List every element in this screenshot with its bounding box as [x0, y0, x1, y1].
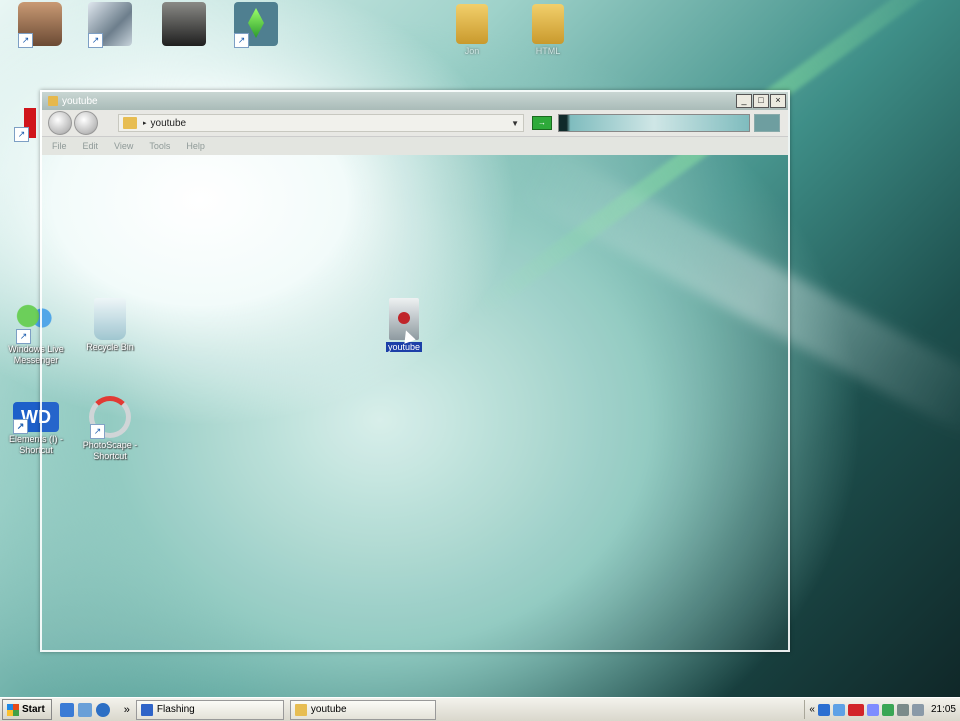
explorer-window[interactable]: youtube _ □ × ▸ youtube ▼ → File Edit Vi…	[40, 90, 790, 652]
desktop-folder-youtube[interactable]: youtube	[380, 298, 428, 353]
tray-red-icon[interactable]	[847, 703, 864, 716]
show-desktop-icon[interactable]	[59, 702, 74, 717]
clock: 21:05	[930, 704, 956, 715]
sims-plumbob-icon: ↗	[234, 2, 278, 48]
maximize-button[interactable]: □	[753, 94, 769, 108]
tray-volume-icon[interactable]	[896, 703, 909, 716]
menu-file[interactable]: File	[52, 141, 67, 151]
desktop-icon-sims[interactable]: ↗	[220, 2, 292, 48]
tray-app-icon[interactable]	[832, 703, 845, 716]
desktop-folder-jon[interactable]: Jon	[436, 4, 508, 57]
windows-logo-icon	[7, 703, 19, 716]
chevron-down-icon[interactable]: ▼	[511, 119, 519, 128]
menu-help[interactable]: Help	[186, 141, 205, 151]
address-bar[interactable]: ▸ youtube ▼	[118, 114, 524, 132]
soldier-icon	[162, 2, 206, 46]
close-button[interactable]: ×	[770, 94, 786, 108]
app-icon	[140, 703, 153, 716]
minimize-button[interactable]: _	[736, 94, 752, 108]
menu-bar: File Edit View Tools Help	[42, 137, 788, 155]
address-toolbar: ▸ youtube ▼ →	[42, 110, 788, 137]
search-button[interactable]	[754, 114, 780, 132]
desktop-icon-game[interactable]: ↗	[74, 2, 146, 48]
taskbar-item-flashing[interactable]: Flashing	[135, 699, 284, 720]
shortcut-arrow-icon: ↗	[88, 33, 103, 48]
menu-edit[interactable]: Edit	[83, 141, 99, 151]
tray-app-icon[interactable]	[911, 703, 924, 716]
shortcut-arrow-icon: ↗	[14, 127, 29, 142]
taskbar-item-youtube[interactable]: youtube	[289, 699, 436, 720]
folder-icon	[456, 4, 488, 44]
folder-icon	[294, 703, 307, 716]
system-tray: « 21:05	[804, 700, 960, 719]
desktop-icon-person[interactable]: ↗	[4, 2, 76, 48]
start-label: Start	[22, 704, 45, 715]
folder-icon	[48, 96, 58, 106]
folder-icon	[123, 117, 137, 129]
breadcrumb-arrow-icon: ▸	[143, 120, 147, 127]
taskbar-item-label: youtube	[310, 704, 347, 715]
shortcut-arrow-icon: ↗	[13, 419, 28, 434]
window-titlebar[interactable]: youtube _ □ ×	[42, 92, 788, 110]
address-text: youtube	[150, 117, 187, 129]
tray-green-icon[interactable]	[881, 703, 894, 716]
shortcut-arrow-icon: ↗	[234, 33, 249, 48]
back-button[interactable]	[48, 111, 72, 135]
start-button[interactable]: Start	[2, 699, 52, 720]
game-icon: ↗	[88, 2, 132, 48]
person-avatar-icon: ↗	[18, 2, 62, 48]
forward-button[interactable]	[74, 111, 98, 135]
taskbar: Start » Flashing youtube « 21:05	[0, 697, 960, 721]
shortcut-arrow-icon: ↗	[18, 33, 33, 48]
desktop-icon-red-partial[interactable]: ↗	[14, 106, 40, 144]
desktop-folder-html[interactable]: HTML	[512, 4, 584, 57]
desktop-folder-label: HTML	[535, 46, 561, 56]
tray-chevron-icon[interactable]: «	[809, 704, 815, 715]
go-button[interactable]: →	[532, 116, 552, 130]
tray-app-icon[interactable]	[866, 703, 879, 716]
menu-view[interactable]: View	[114, 141, 133, 151]
menu-tools[interactable]: Tools	[149, 141, 170, 151]
window-title: youtube	[62, 95, 98, 107]
quicklaunch-ie-icon[interactable]	[95, 702, 110, 717]
folder-icon	[532, 4, 564, 44]
search-input[interactable]	[558, 114, 750, 132]
window-content-area[interactable]	[42, 155, 788, 650]
shortcut-arrow-icon: ↗	[16, 329, 31, 344]
quicklaunch-chevron-icon[interactable]: »	[124, 704, 130, 716]
quicklaunch-browser-icon[interactable]	[77, 702, 92, 717]
desktop-icon-soldier[interactable]	[148, 2, 220, 46]
tray-network-icon[interactable]	[817, 703, 830, 716]
taskbar-item-label: Flashing	[156, 704, 195, 715]
desktop-folder-label: Jon	[464, 46, 480, 56]
